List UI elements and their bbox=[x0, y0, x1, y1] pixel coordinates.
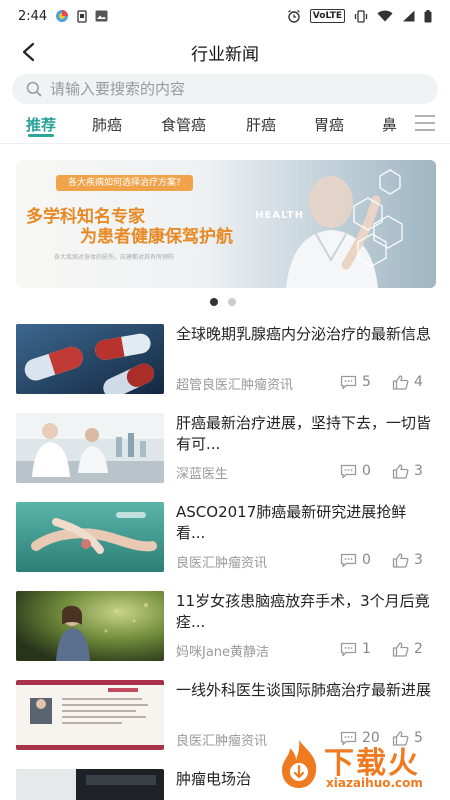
active-tab-indicator bbox=[28, 134, 54, 137]
news-thumbnail-slide bbox=[16, 680, 164, 750]
like-count[interactable]: 4 bbox=[392, 374, 423, 390]
alarm-icon bbox=[287, 9, 300, 23]
top-nav-bar: 行业新闻 bbox=[0, 32, 450, 72]
news-title: 肝癌最新治疗进展，坚持下去，一切皆有可... bbox=[176, 414, 431, 453]
thumbs-up-icon bbox=[392, 463, 409, 479]
like-count[interactable]: 2 bbox=[392, 641, 423, 657]
banner-tagline: 各大疾病如何选择治疗方案? bbox=[56, 175, 193, 191]
hamburger-menu-icon bbox=[415, 115, 435, 131]
app-notification-icon bbox=[56, 10, 69, 22]
comment-icon bbox=[340, 553, 357, 567]
tab-stomach-cancer[interactable]: 胃癌 bbox=[314, 114, 344, 135]
sim-card-icon bbox=[77, 9, 87, 23]
banner-dot-2[interactable] bbox=[228, 298, 236, 306]
banner-doctor-graphic bbox=[286, 169, 403, 288]
vibrate-icon bbox=[354, 9, 368, 23]
thumbs-up-icon bbox=[392, 552, 409, 568]
comment-count[interactable]: 1 bbox=[340, 641, 371, 657]
thumbs-up-icon bbox=[392, 641, 409, 657]
watermark-url: xiazaihuo.com bbox=[326, 776, 423, 790]
battery-icon bbox=[424, 9, 432, 22]
comment-icon bbox=[340, 642, 357, 656]
news-thumbnail-pills bbox=[16, 324, 164, 394]
site-watermark: 下载火 xiazaihuo.com bbox=[276, 736, 446, 796]
news-thumbnail-lab bbox=[16, 413, 164, 483]
news-item[interactable]: 11岁女孩患脑癌放弃手术，3个月后竟痊... 妈咪Jane黄静洁 1 2 bbox=[16, 591, 436, 671]
news-title: 一线外科医生谈国际肺癌治疗最新进展 bbox=[176, 681, 431, 699]
search-input[interactable] bbox=[50, 80, 390, 98]
image-notification-icon bbox=[95, 10, 108, 22]
tab-lung-cancer[interactable]: 肺癌 bbox=[92, 114, 122, 135]
fire-logo-icon bbox=[282, 740, 317, 788]
tab-menu-button[interactable] bbox=[414, 114, 436, 132]
news-source: 妈咪Jane黄静洁 bbox=[176, 645, 270, 660]
banner-headline-2: 为患者健康保驾护航 bbox=[80, 227, 233, 247]
back-button[interactable] bbox=[12, 36, 44, 68]
like-count[interactable]: 3 bbox=[392, 552, 423, 568]
comment-count[interactable]: 0 bbox=[340, 463, 371, 479]
banner-small-text: 各大疾病对身体的损伤，应建都对其有所预防 bbox=[54, 254, 175, 261]
banner-dot-1[interactable] bbox=[210, 298, 218, 306]
signal-icon bbox=[403, 10, 415, 22]
news-thumbnail-surgery bbox=[16, 502, 164, 572]
news-source: 良医汇肿瘤资讯 bbox=[176, 556, 268, 571]
comment-icon bbox=[340, 375, 357, 389]
news-source: 良医汇肿瘤资讯 bbox=[176, 734, 268, 749]
news-title: 11岁女孩患脑癌放弃手术，3个月后竟痊... bbox=[176, 592, 430, 631]
back-arrow-icon bbox=[22, 42, 35, 62]
news-source: 超管良医汇肿瘤资讯 bbox=[176, 378, 294, 393]
news-title: ASCO2017肺癌最新研究进展抢鲜看... bbox=[176, 503, 407, 542]
promo-banner[interactable]: 各大疾病如何选择治疗方案? 多学科知名专家 为患者健康保驾护航 各大疾病对身体的… bbox=[16, 160, 436, 288]
news-item[interactable]: 全球晚期乳腺癌内分泌治疗的最新信息 超管良医汇肿瘤资讯 5 4 bbox=[16, 324, 436, 404]
status-bar: 2:44 VoLTE bbox=[0, 0, 450, 32]
status-time: 2:44 bbox=[18, 8, 48, 24]
thumbs-up-icon bbox=[392, 374, 409, 390]
comment-count[interactable]: 5 bbox=[340, 374, 371, 390]
volte-badge: VoLTE bbox=[309, 9, 345, 23]
banner-graphic-label: HEALTH bbox=[255, 210, 304, 221]
tab-liver-cancer[interactable]: 肝癌 bbox=[246, 114, 276, 135]
category-tabs: 推荐 肺癌 食管癌 肝癌 胃癌 鼻 bbox=[0, 108, 450, 144]
wifi-icon bbox=[377, 10, 393, 22]
news-item[interactable]: 肝癌最新治疗进展，坚持下去，一切皆有可... 深蓝医生 0 3 bbox=[16, 413, 436, 493]
tab-esophageal-cancer[interactable]: 食管癌 bbox=[161, 114, 206, 135]
like-count[interactable]: 3 bbox=[392, 463, 423, 479]
search-icon bbox=[26, 81, 42, 97]
page-title: 行业新闻 bbox=[191, 44, 259, 65]
news-source: 深蓝医生 bbox=[176, 467, 229, 482]
news-item[interactable]: ASCO2017肺癌最新研究进展抢鲜看... 良医汇肿瘤资讯 0 3 bbox=[16, 502, 436, 582]
banner-pagination bbox=[210, 298, 236, 306]
news-thumbnail-girl bbox=[16, 591, 164, 661]
news-thumbnail-dark bbox=[16, 769, 164, 800]
comment-count[interactable]: 0 bbox=[340, 552, 371, 568]
comment-icon bbox=[340, 464, 357, 478]
news-title: 全球晚期乳腺癌内分泌治疗的最新信息 bbox=[176, 325, 431, 343]
tab-recommend[interactable]: 推荐 bbox=[26, 114, 56, 135]
tab-nasal-cancer[interactable]: 鼻 bbox=[382, 114, 397, 135]
search-bar[interactable] bbox=[12, 74, 438, 104]
